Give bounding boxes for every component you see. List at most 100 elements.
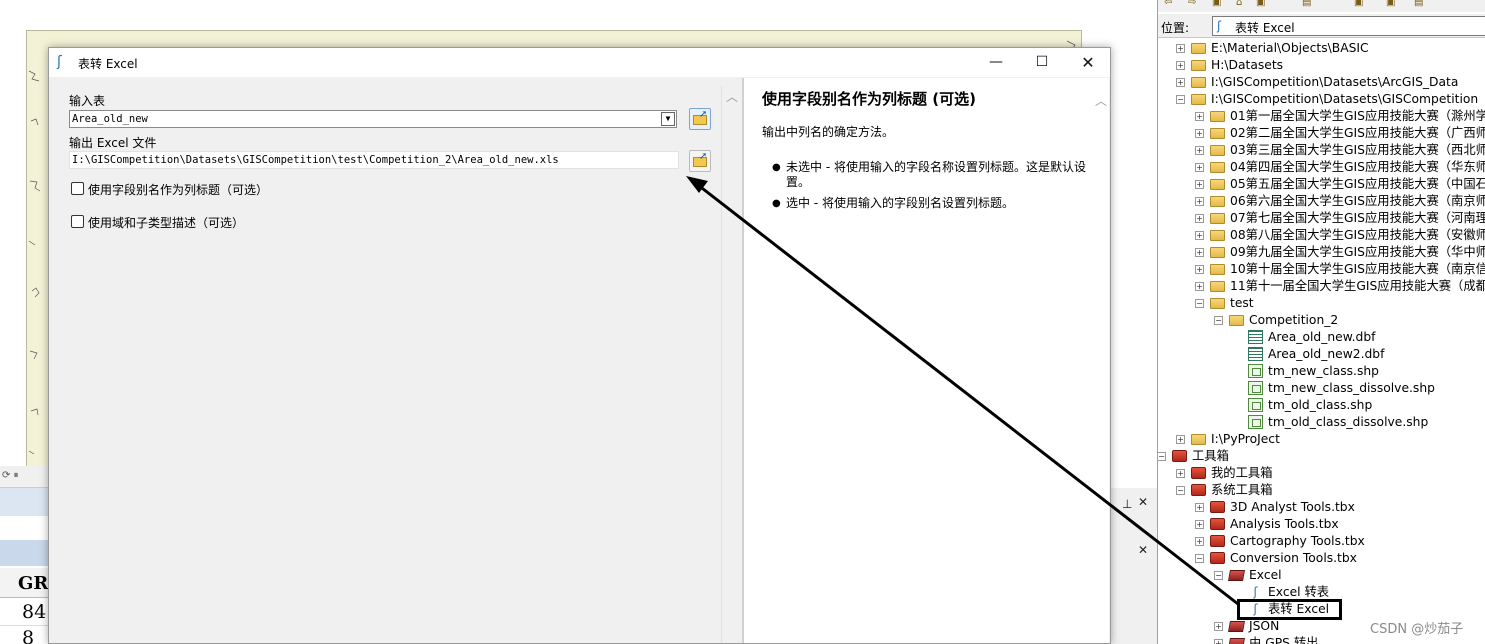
expand-icon[interactable]: + [1195,231,1204,240]
shp-icon [1248,398,1263,412]
expand-icon[interactable]: + [1195,537,1204,546]
connect-folder-icon[interactable]: ▣ [1256,0,1265,8]
options-icon[interactable]: ▣ [1386,0,1395,8]
tree-item[interactable]: − Excel [1158,567,1485,584]
expand-icon[interactable]: + [1195,282,1204,291]
tree-item[interactable]: + 我的工具箱 [1158,465,1485,482]
toolbox-icon [1172,450,1187,462]
tree-item[interactable]: tm_new_class.shp [1158,363,1485,380]
expand-icon[interactable]: + [1195,112,1204,121]
alias-checkbox-label[interactable]: 使用字段别名作为列标题（可选） [88,181,268,198]
pin-icon[interactable]: ⊥ [1122,497,1132,511]
collapse-icon[interactable]: − [1176,95,1185,104]
domain-checkbox[interactable] [71,215,84,228]
tree-item[interactable]: − Conversion Tools.tbx [1158,550,1485,567]
expand-icon[interactable]: + [1195,520,1204,529]
expand-icon[interactable]: + [1195,180,1204,189]
tree-item[interactable]: − I:\GISCompetition\Datasets\GISCompetiti… [1158,91,1485,108]
maximize-button[interactable]: ☐ [1019,48,1065,77]
close-button[interactable]: ✕ [1065,48,1110,77]
tree-item[interactable]: +06第六届全国大学生GIS应用技能大赛（南京师范 [1158,193,1485,210]
expand-icon[interactable]: + [1195,146,1204,155]
tree-item[interactable]: + I:\GISCompetition\Datasets\ArcGIS_Data [1158,74,1485,91]
pane-close-icon[interactable]: ✕ [1138,543,1148,557]
tree-item[interactable]: Area_old_new2.dbf [1158,346,1485,363]
expand-icon[interactable]: + [1195,265,1204,274]
table-cell[interactable]: 8 [0,626,48,644]
minimize-button[interactable]: — [973,48,1019,77]
collapse-icon[interactable]: − [1158,452,1166,461]
view-options-icon[interactable]: ▤ [1302,0,1311,8]
tree-item[interactable]: tm_new_class_dissolve.shp [1158,380,1485,397]
expand-icon[interactable]: + [1214,622,1223,631]
tree-item[interactable]: + H:\Datasets [1158,57,1485,74]
refresh-icon[interactable]: ⟳ ⏸ [2,470,19,481]
input-table-select[interactable]: Area_old_new ▼ [69,110,677,128]
metadata-icon[interactable]: ▤ [1414,0,1423,8]
toolbox-icon [1210,501,1225,513]
tree-item[interactable]: +03第三届全国大学生GIS应用技能大赛（西北师范 [1158,142,1485,159]
scroll-up-icon[interactable]: ︿ [726,88,738,105]
tree-item[interactable]: − Competition_2 [1158,312,1485,329]
alias-checkbox[interactable] [71,182,84,195]
tree-item[interactable]: tm_old_class_dissolve.shp [1158,414,1485,431]
tree-item[interactable]: + I:\PyProJect [1158,431,1485,448]
tree-item[interactable]: Area_old_new.dbf [1158,329,1485,346]
collapse-icon[interactable]: − [1176,486,1185,495]
expand-icon[interactable]: + [1214,639,1223,644]
expand-icon[interactable]: + [1176,44,1185,53]
collapse-icon[interactable]: − [1214,316,1223,325]
tree-item[interactable]: +05第五届全国大学生GIS应用技能大赛（中国石油 [1158,176,1485,193]
tree-item[interactable]: − 系统工具箱 [1158,482,1485,499]
tree-item[interactable]: +04第四届全国大学生GIS应用技能大赛（华东师范 [1158,159,1485,176]
expand-icon[interactable]: + [1195,163,1204,172]
expand-icon[interactable]: + [1195,248,1204,257]
scroll-up-icon[interactable]: ︿ [1095,92,1107,109]
collapse-icon[interactable]: − [1195,554,1204,563]
tree-item[interactable]: + Analysis Tools.tbx [1158,516,1485,533]
tree-item[interactable]: + E:\Material\Objects\BASIC [1158,40,1485,57]
chevron-down-icon[interactable]: ▼ [661,112,675,126]
tree-item-label: H:\Datasets [1211,58,1284,72]
expand-icon[interactable]: + [1176,435,1185,444]
tree-item[interactable]: +09第九届全国大学生GIS应用技能大赛（华中师范 [1158,244,1485,261]
expand-icon[interactable]: + [1195,214,1204,223]
tree-item[interactable]: +07第七届全国大学生GIS应用技能大赛（河南理工 [1158,210,1485,227]
up-folder-icon[interactable]: ▣ [1212,0,1221,8]
table-cell[interactable]: 84 [0,600,48,626]
location-input[interactable]: ʃ 表转 Excel [1212,16,1485,36]
domain-checkbox-label[interactable]: 使用域和子类型描述（可选） [88,214,244,231]
back-icon[interactable]: ⇦ [1164,0,1172,8]
dialog-titlebar[interactable]: ʃ 表转 Excel — ☐ ✕ [49,48,1110,77]
table-column-header[interactable]: GR [0,568,48,598]
expand-icon[interactable]: + [1195,129,1204,138]
help-title: 使用字段别名作为列标题 (可选) [762,90,976,108]
tree-item[interactable]: +11第十一届全国大学生GIS应用技能大赛（成都理 [1158,278,1485,295]
form-scrollbar[interactable]: ︿ [721,86,741,643]
collapse-icon[interactable]: − [1214,571,1223,580]
browse-input-button[interactable]: ➚ [689,108,711,130]
tree-item[interactable]: − test [1158,295,1485,312]
tree-item-label: 04第四届全国大学生GIS应用技能大赛（华东师范 [1230,160,1485,174]
tree-item[interactable]: +3D Analyst Tools.tbx [1158,499,1485,516]
forward-icon[interactable]: ⇨ [1188,0,1196,8]
browse-output-button[interactable]: ➚ [689,150,711,172]
toggle-contents-icon[interactable]: ▣ [1354,0,1363,8]
tree-item[interactable]: +08第八届全国大学生GIS应用技能大赛（安徽师范 [1158,227,1485,244]
collapse-icon[interactable]: − [1195,299,1204,308]
tree-item[interactable]: +01第一届全国大学生GIS应用技能大赛（滁州学院 [1158,108,1485,125]
tree-item[interactable]: +10第十届全国大学生GIS应用技能大赛（南京信息 [1158,261,1485,278]
tree-item-label: Excel [1249,568,1282,582]
home-icon[interactable]: ⌂ [1236,0,1242,8]
expand-icon[interactable]: + [1176,78,1185,87]
tree-item[interactable]: + Cartography Tools.tbx [1158,533,1485,550]
output-file-input[interactable]: I:\GISCompetition\Datasets\GISCompetitio… [69,151,679,169]
tree-item[interactable]: +02第二届全国大学生GIS应用技能大赛（广西师范 [1158,125,1485,142]
expand-icon[interactable]: + [1195,503,1204,512]
expand-icon[interactable]: + [1176,469,1185,478]
pane-close-icon[interactable]: ✕ [1138,495,1148,509]
expand-icon[interactable]: + [1176,61,1185,70]
expand-icon[interactable]: + [1195,197,1204,206]
tree-item[interactable]: tm_old_class.shp [1158,397,1485,414]
tree-item[interactable]: − 工具箱 [1158,448,1485,465]
